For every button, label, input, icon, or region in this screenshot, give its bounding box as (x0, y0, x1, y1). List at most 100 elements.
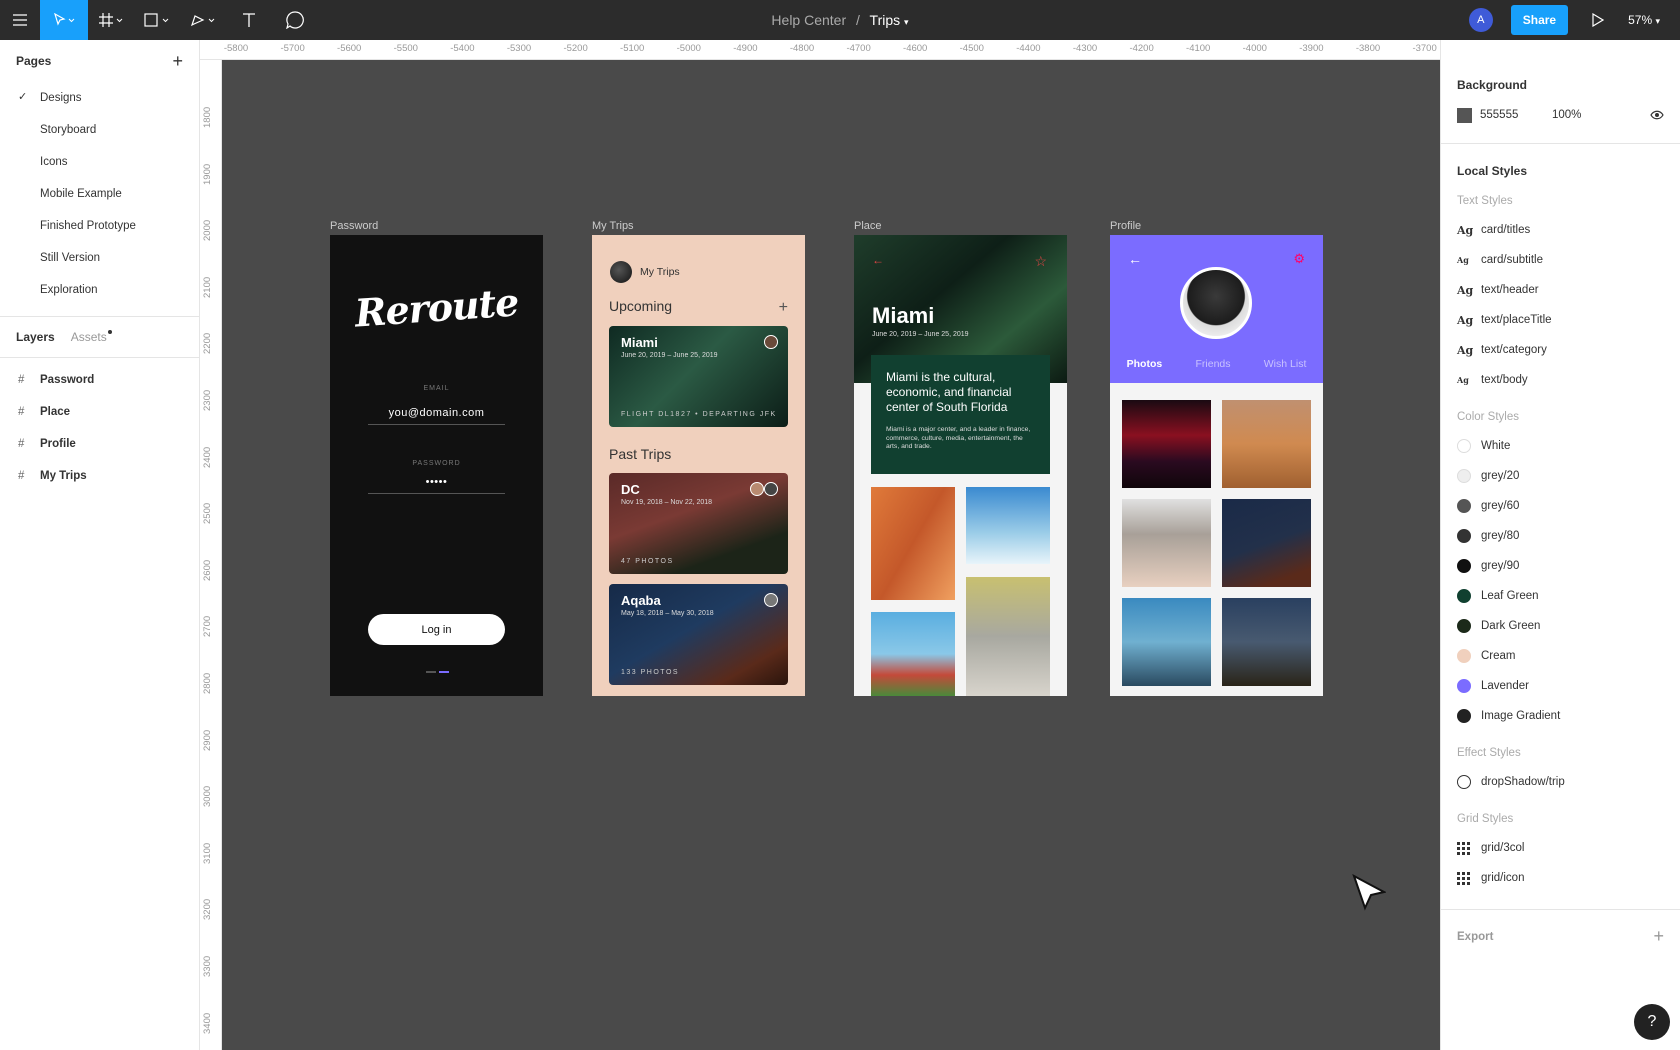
page-item-still-version[interactable]: Still Version (0, 242, 199, 274)
main-menu-button[interactable] (0, 0, 40, 40)
text-style-item[interactable]: Ag card/subtitle (1457, 245, 1664, 275)
eye-icon[interactable] (1650, 110, 1664, 120)
style-label: Lavender (1481, 680, 1529, 692)
card-dates: May 18, 2018 – May 30, 2018 (621, 610, 714, 617)
text-style-item[interactable]: Ag text/body (1457, 365, 1664, 395)
text-style-item[interactable]: Ag card/titles (1457, 215, 1664, 245)
background-hex[interactable]: 555555 (1480, 109, 1552, 121)
color-swatch-icon (1457, 469, 1471, 483)
add-icon: + (778, 299, 788, 316)
frame-label-my-trips[interactable]: My Trips (592, 220, 634, 232)
chevron-down-icon[interactable]: ▾ (904, 17, 909, 27)
layer-item-profile[interactable]: # Profile (0, 428, 199, 460)
photo-thumbnail (1122, 598, 1211, 686)
email-field[interactable]: you@domain.com (368, 407, 505, 425)
color-style-item[interactable]: grey/80 (1457, 521, 1664, 551)
layer-item-my-trips[interactable]: # My Trips (0, 460, 199, 492)
checkmark-icon: ✓ (18, 91, 28, 103)
page-item-storyboard[interactable]: Storyboard (0, 114, 199, 146)
effect-style-item[interactable]: dropShadow/trip (1457, 767, 1664, 797)
page-item-finished-prototype[interactable]: Finished Prototype (0, 210, 199, 242)
text-style-icon: Ag (1457, 313, 1474, 327)
trip-card-miami: Miami June 20, 2019 – June 25, 2019 FLIG… (609, 326, 788, 427)
ruler-tick-label: 2500 (202, 503, 213, 525)
text-style-item[interactable]: Ag text/placeTitle (1457, 305, 1664, 335)
ruler-tick-label: 3400 (202, 1012, 213, 1034)
layer-item-place[interactable]: # Place (0, 396, 199, 428)
color-style-item[interactable]: Dark Green (1457, 611, 1664, 641)
page-item-designs[interactable]: ✓ Designs (0, 82, 199, 114)
layer-item-password[interactable]: # Password (0, 364, 199, 396)
photo-thumbnail (1222, 499, 1311, 587)
text-style-item[interactable]: Ag text/header (1457, 275, 1664, 305)
place-title: Miami (872, 303, 935, 328)
grid-style-item[interactable]: grid/icon (1457, 863, 1664, 893)
text-tool-button[interactable] (226, 0, 272, 40)
background-swatch[interactable] (1457, 107, 1472, 123)
color-swatch-icon (1457, 619, 1471, 633)
background-opacity[interactable]: 100% (1552, 109, 1650, 121)
add-page-icon[interactable]: + (172, 52, 183, 70)
place-body: Miami is a major center, and a leader in… (886, 426, 1031, 450)
grid-style-item[interactable]: grid/3col (1457, 833, 1664, 863)
shape-tool-button[interactable] (134, 0, 180, 40)
frame-label-place[interactable]: Place (854, 220, 882, 232)
email-label: EMAIL (423, 385, 450, 392)
password-field[interactable]: ••••• (368, 476, 505, 494)
frame-place[interactable]: ← ☆ Miami June 20, 2019 – June 25, 2019 … (854, 235, 1067, 696)
card-dates: June 20, 2019 – June 25, 2019 (621, 352, 718, 359)
present-button[interactable] (1586, 13, 1610, 27)
login-button[interactable]: Log in (368, 614, 505, 645)
upcoming-heading: Upcoming (609, 298, 673, 314)
page-item-exploration[interactable]: Exploration (0, 274, 199, 306)
ruler-tick-label: 3000 (202, 786, 213, 808)
ruler-tick-label: -4700 (846, 43, 871, 54)
ruler-tick-label: -4100 (1186, 43, 1211, 54)
file-name[interactable]: Trips (870, 12, 901, 28)
text-style-item[interactable]: Ag text/category (1457, 335, 1664, 365)
color-style-item[interactable]: grey/90 (1457, 551, 1664, 581)
color-styles-title: Color Styles (1457, 411, 1519, 423)
color-style-item[interactable]: grey/60 (1457, 491, 1664, 521)
frame-tool-button[interactable] (88, 0, 134, 40)
add-export-icon[interactable]: + (1653, 926, 1664, 947)
frame-hash-icon: # (18, 470, 25, 482)
move-tool-button[interactable] (40, 0, 88, 40)
reroute-logo: Reroute (353, 279, 520, 336)
comment-tool-button[interactable] (272, 0, 318, 40)
breadcrumb-parent[interactable]: Help Center (771, 12, 846, 28)
frame-label-profile[interactable]: Profile (1110, 220, 1141, 232)
tab-assets[interactable]: Assets (71, 330, 112, 344)
canvas[interactable]: Password Reroute EMAIL you@domain.com PA… (223, 61, 1440, 1050)
color-style-item[interactable]: Leaf Green (1457, 581, 1664, 611)
effect-styles-title: Effect Styles (1457, 747, 1521, 759)
ruler-tick-label: -3700 (1412, 43, 1437, 54)
help-button[interactable]: ? (1634, 1004, 1670, 1040)
tab-layers[interactable]: Layers (16, 330, 55, 344)
color-style-item[interactable]: grey/20 (1457, 461, 1664, 491)
gear-icon: ⚙ (1293, 251, 1305, 266)
color-style-item[interactable]: Cream (1457, 641, 1664, 671)
frame-my-trips[interactable]: My Trips Upcoming + Miami June 20, 2019 … (592, 235, 805, 696)
user-avatar[interactable]: A (1468, 8, 1493, 32)
ruler-tick-label: -4200 (1129, 43, 1154, 54)
ruler-tick-label: -4400 (1016, 43, 1041, 54)
page-item-icons[interactable]: Icons (0, 146, 199, 178)
profile-tabs: Photos Friends Wish List (1110, 358, 1323, 370)
zoom-dropdown[interactable]: 57% ▾ (1628, 13, 1660, 27)
share-button[interactable]: Share (1510, 5, 1569, 35)
past-trips-heading: Past Trips (609, 446, 672, 462)
color-style-item[interactable]: White (1457, 431, 1664, 461)
style-label: card/titles (1481, 224, 1531, 236)
color-swatch-icon (1457, 439, 1471, 453)
color-style-item[interactable]: Image Gradient (1457, 701, 1664, 731)
frame-password[interactable]: Reroute EMAIL you@domain.com PASSWORD ••… (330, 235, 543, 696)
color-style-item[interactable]: Lavender (1457, 671, 1664, 701)
frame-profile[interactable]: ← ⚙ Photos Friends Wish List (1110, 235, 1323, 696)
layer-label: Password (40, 374, 95, 386)
frame-label-password[interactable]: Password (330, 220, 378, 232)
page-item-mobile-example[interactable]: Mobile Example (0, 178, 199, 210)
ruler-tick-label: 3200 (202, 899, 213, 921)
pen-tool-button[interactable] (180, 0, 226, 40)
place-dates: June 20, 2019 – June 25, 2019 (872, 331, 969, 338)
